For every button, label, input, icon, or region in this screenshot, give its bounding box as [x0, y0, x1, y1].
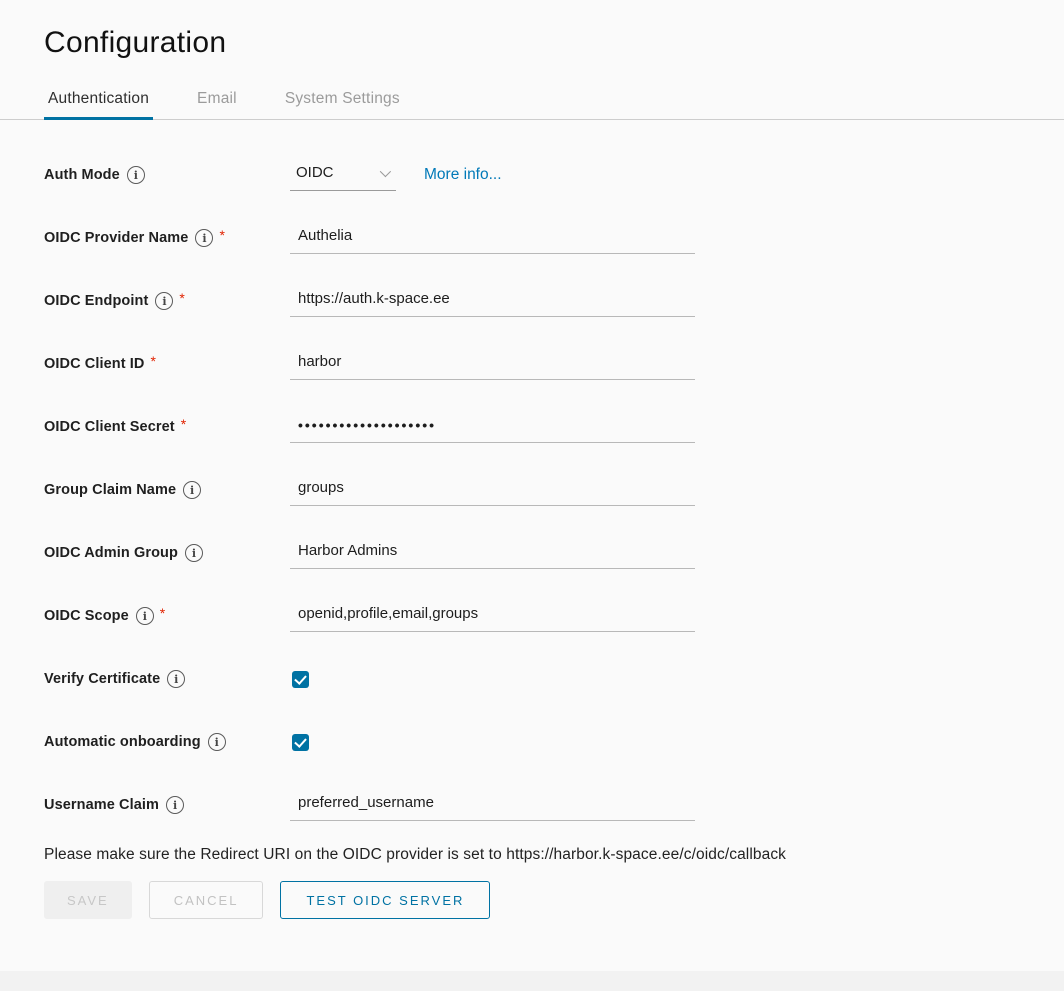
button-bar: SAVE CANCEL TEST OIDC SERVER: [0, 881, 1064, 919]
field-row-username-claim: Username Claim: [44, 783, 1064, 827]
username-claim-input[interactable]: [290, 789, 695, 821]
info-icon[interactable]: [208, 733, 226, 751]
verify-certificate-checkbox[interactable]: [292, 671, 309, 688]
field-row-oidc-endpoint: OIDC Endpoint *: [44, 279, 1064, 323]
automatic-onboarding-checkbox[interactable]: [292, 734, 309, 751]
info-icon[interactable]: [185, 544, 203, 562]
info-icon[interactable]: [167, 670, 185, 688]
oidc-admin-group-input[interactable]: [290, 537, 695, 569]
chevron-down-icon: [380, 165, 391, 176]
oidc-endpoint-input[interactable]: [290, 285, 695, 317]
oidc-provider-name-input[interactable]: [290, 222, 695, 254]
oidc-client-secret-label: OIDC Client Secret: [44, 419, 175, 435]
tab-bar: Authentication Email System Settings: [0, 84, 1064, 120]
more-info-link[interactable]: More info...: [424, 166, 502, 184]
oidc-client-id-label: OIDC Client ID: [44, 356, 145, 372]
field-row-oidc-client-id: OIDC Client ID *: [44, 342, 1064, 386]
field-row-automatic-onboarding: Automatic onboarding: [44, 720, 1064, 764]
group-claim-name-input[interactable]: [290, 474, 695, 506]
cancel-button[interactable]: CANCEL: [149, 881, 264, 919]
auth-mode-label: Auth Mode: [44, 167, 120, 183]
info-icon[interactable]: [127, 166, 145, 184]
automatic-onboarding-label: Automatic onboarding: [44, 734, 201, 750]
required-asterisk: *: [219, 227, 224, 243]
oidc-provider-name-label: OIDC Provider Name: [44, 230, 188, 246]
redirect-uri-note: Please make sure the Redirect URI on the…: [0, 846, 1064, 864]
verify-certificate-label: Verify Certificate: [44, 671, 160, 687]
tab-email[interactable]: Email: [193, 84, 241, 120]
info-icon[interactable]: [136, 607, 154, 625]
oidc-endpoint-label: OIDC Endpoint: [44, 293, 148, 309]
oidc-client-secret-input[interactable]: [290, 411, 695, 443]
required-asterisk: *: [179, 290, 184, 306]
oidc-scope-label: OIDC Scope: [44, 608, 129, 624]
oidc-client-id-input[interactable]: [290, 348, 695, 380]
info-icon[interactable]: [155, 292, 173, 310]
field-row-oidc-client-secret: OIDC Client Secret *: [44, 405, 1064, 449]
field-row-group-claim-name: Group Claim Name: [44, 468, 1064, 512]
group-claim-name-label: Group Claim Name: [44, 482, 176, 498]
field-row-auth-mode: Auth Mode OIDC More info...: [44, 153, 1064, 197]
oidc-scope-input[interactable]: [290, 600, 695, 632]
test-oidc-server-button[interactable]: TEST OIDC SERVER: [280, 881, 490, 919]
required-asterisk: *: [181, 416, 186, 432]
tab-system-settings[interactable]: System Settings: [281, 84, 404, 120]
info-icon[interactable]: [166, 796, 184, 814]
field-row-oidc-provider-name: OIDC Provider Name *: [44, 216, 1064, 260]
field-row-oidc-admin-group: OIDC Admin Group: [44, 531, 1064, 575]
required-asterisk: *: [160, 605, 165, 621]
field-row-oidc-scope: OIDC Scope *: [44, 594, 1064, 638]
username-claim-label: Username Claim: [44, 797, 159, 813]
required-asterisk: *: [151, 353, 156, 369]
field-row-verify-certificate: Verify Certificate: [44, 657, 1064, 701]
auth-mode-select[interactable]: OIDC: [290, 159, 396, 191]
info-icon[interactable]: [195, 229, 213, 247]
save-button[interactable]: SAVE: [44, 881, 132, 919]
configuration-page: Configuration Authentication Email Syste…: [0, 26, 1064, 991]
auth-mode-selected-value: OIDC: [296, 164, 334, 181]
auth-mode-label-cell: Auth Mode: [44, 166, 290, 184]
oidc-admin-group-label: OIDC Admin Group: [44, 545, 178, 561]
page-title: Configuration: [44, 26, 1064, 60]
footer-strip: [0, 971, 1064, 991]
auth-settings-form: Auth Mode OIDC More info... OIDC Provide…: [0, 153, 1064, 827]
tab-authentication[interactable]: Authentication: [44, 84, 153, 120]
info-icon[interactable]: [183, 481, 201, 499]
